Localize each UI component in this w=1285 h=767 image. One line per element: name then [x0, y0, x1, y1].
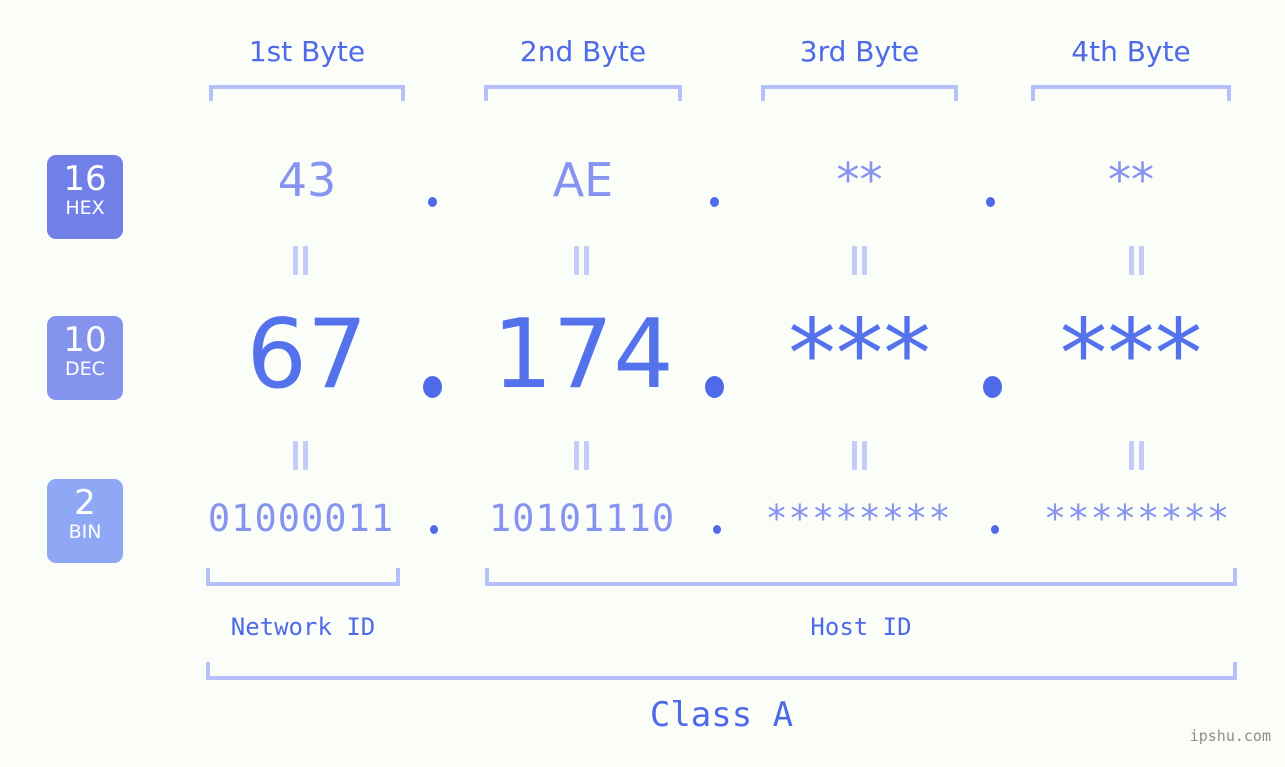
byte-bracket-1-icon — [209, 85, 405, 101]
dec-separator-dot-2 — [705, 376, 724, 398]
class-label: Class A — [649, 695, 794, 735]
bin-byte-3: ******** — [765, 497, 952, 540]
hex-byte-4: ** — [1108, 153, 1154, 207]
watermark: ipshu.com — [1189, 727, 1271, 745]
equals-connector-dec-bin-2 — [574, 441, 589, 470]
equals-connector-dec-bin-1 — [293, 441, 308, 470]
equals-connector-dec-bin-3 — [852, 441, 867, 470]
radix-badge-hex-number: 16 — [63, 159, 107, 199]
hex-separator-dot-1 — [428, 197, 437, 207]
hex-byte-3: ** — [836, 153, 883, 207]
radix-badge-bin-abbr: BIN — [68, 521, 102, 543]
hex-separator-dot-3 — [986, 197, 995, 207]
radix-badge-bin-number: 2 — [74, 483, 96, 523]
radix-badge-hex: 16 HEX — [47, 155, 123, 239]
equals-connector-dec-bin-4 — [1129, 441, 1144, 470]
ip-address-breakdown-diagram: 1st Byte 2nd Byte 3rd Byte 4th Byte 16 H… — [0, 0, 1285, 767]
byte-header-2: 2nd Byte — [519, 35, 647, 68]
equals-connector-hex-dec-2 — [574, 246, 589, 275]
radix-badge-bin: 2 BIN — [47, 479, 123, 563]
radix-badge-dec-abbr: DEC — [65, 358, 105, 380]
hex-byte-2: AE — [552, 153, 614, 207]
radix-badge-dec-number: 10 — [63, 320, 107, 360]
byte-bracket-3-icon — [761, 85, 958, 101]
radix-badge-hex-abbr: HEX — [65, 197, 105, 219]
bin-byte-2: 10101110 — [488, 497, 676, 540]
bin-separator-dot-1 — [430, 525, 438, 534]
host-id-label: Host ID — [810, 613, 912, 641]
host-id-bracket-icon — [485, 568, 1237, 586]
byte-header-1: 1st Byte — [248, 35, 366, 68]
bin-separator-dot-3 — [991, 525, 999, 534]
bin-byte-4: ******** — [1043, 497, 1231, 540]
byte-bracket-4-icon — [1031, 85, 1231, 101]
network-id-label: Network ID — [230, 613, 376, 641]
bin-byte-1: 01000011 — [207, 497, 395, 540]
dec-byte-4: *** — [1059, 300, 1203, 410]
dec-byte-1: 67 — [246, 300, 368, 410]
dec-separator-dot-1 — [423, 376, 442, 398]
dec-byte-2: 174 — [492, 300, 674, 410]
bin-separator-dot-2 — [713, 525, 721, 534]
equals-connector-hex-dec-3 — [852, 246, 867, 275]
network-id-bracket-icon — [206, 568, 400, 586]
class-bracket-icon — [206, 662, 1237, 680]
hex-byte-1: 43 — [277, 153, 337, 207]
equals-connector-hex-dec-1 — [293, 246, 308, 275]
byte-bracket-2-icon — [484, 85, 682, 101]
byte-header-3: 3rd Byte — [799, 35, 920, 68]
hex-separator-dot-2 — [710, 197, 719, 207]
byte-header-4: 4th Byte — [1071, 35, 1191, 68]
dec-separator-dot-3 — [983, 376, 1002, 398]
equals-connector-hex-dec-4 — [1129, 246, 1144, 275]
dec-byte-3: *** — [788, 300, 931, 410]
radix-badge-dec: 10 DEC — [47, 316, 123, 400]
